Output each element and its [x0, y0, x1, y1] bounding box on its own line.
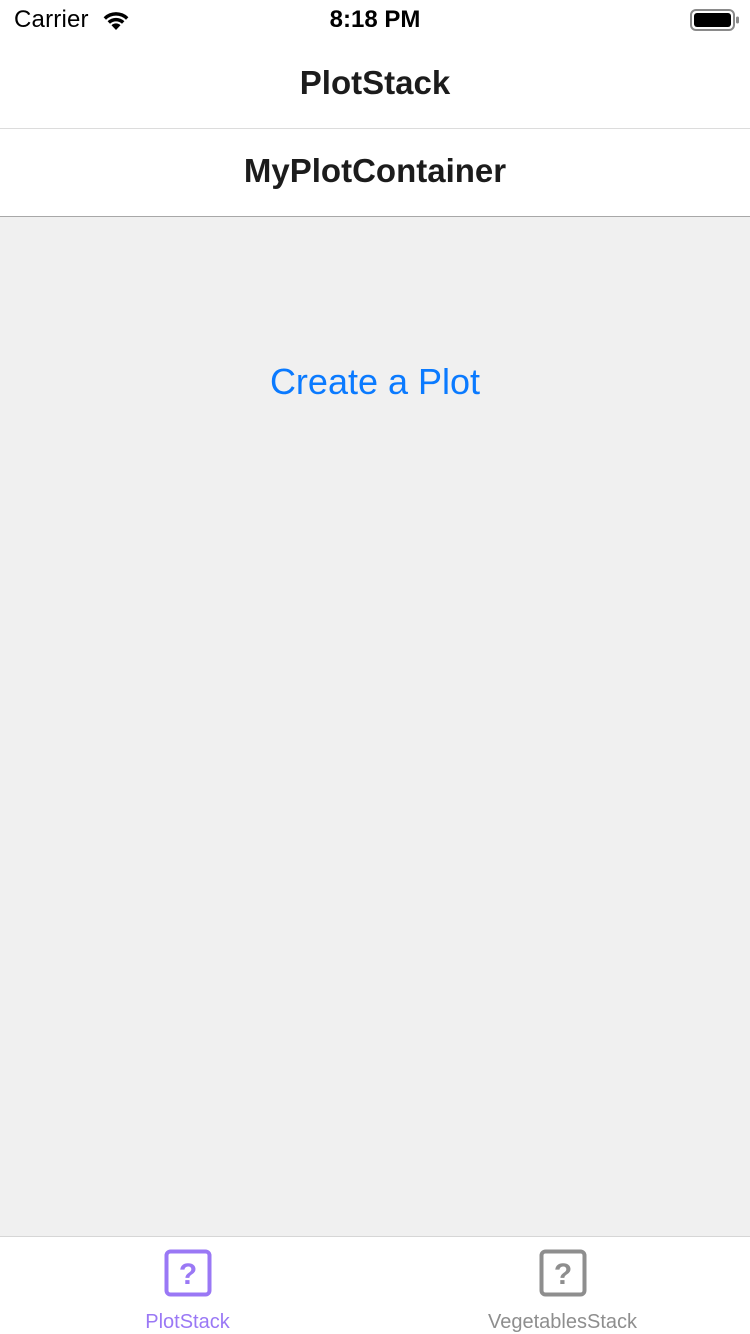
question-square-icon: ?: [539, 1249, 587, 1297]
outer-navigation-bar: PlotStack: [0, 40, 750, 129]
main-content: Create a Plot: [0, 217, 750, 1236]
inner-nav-title: MyPlotContainer: [243, 152, 507, 189]
tab-label-vegetablesstack: VegetablesStack: [488, 1311, 637, 1333]
status-time: 8:18 PM: [329, 6, 421, 33]
tab-bar: ? PlotStack ? VegetablesStack: [0, 1236, 750, 1334]
tab-label-plotstack: PlotStack: [145, 1311, 230, 1333]
tab-plotstack[interactable]: ? PlotStack: [0, 1237, 375, 1334]
question-square-icon: ?: [164, 1249, 212, 1297]
outer-nav-title: PlotStack: [299, 64, 451, 101]
tab-vegetablesstack[interactable]: ? VegetablesStack: [375, 1237, 750, 1334]
create-plot-button[interactable]: Create a Plot: [0, 361, 750, 403]
screen: Carrier 8:18 PM PlotStack MyPlotContaine…: [0, 0, 750, 1334]
status-bar: Carrier 8:18 PM: [0, 0, 750, 40]
svg-text:?: ?: [179, 1258, 197, 1291]
inner-navigation-bar: MyPlotContainer: [0, 129, 750, 217]
svg-text:?: ?: [554, 1258, 572, 1291]
battery-icon: [690, 9, 739, 31]
